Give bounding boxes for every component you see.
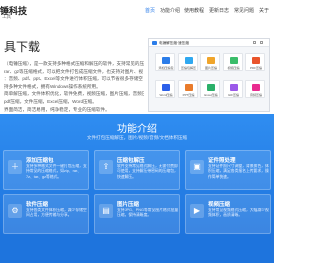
tool-icon bbox=[162, 84, 170, 91]
image-icon: ▤ bbox=[99, 204, 113, 218]
app-tool-tile[interactable]: 图片压缩 bbox=[200, 53, 220, 71]
hero-line: pdf压缩，文件压缩，Excel压缩，Word压缩。 bbox=[4, 98, 97, 104]
tool-label: PPT压缩 bbox=[182, 93, 195, 97]
tool-icon bbox=[252, 57, 260, 64]
tool-icon bbox=[207, 57, 215, 64]
features-subtitle: 文件打包压缩解压，图片/视频/音频/文档体积压缩 bbox=[86, 135, 188, 140]
close-icon bbox=[260, 41, 263, 44]
feature-card-image[interactable]: ▤ 图片压缩 支持JPG、PNG等常见图片格式批量压缩，保持清晰度。 bbox=[94, 194, 180, 234]
feature-card-desc: 支持常见视频格式压缩，大幅减少视频体积，画质清晰。 bbox=[208, 208, 269, 218]
tool-icon bbox=[252, 84, 260, 91]
id-photo-icon: ▣ bbox=[190, 160, 204, 174]
hero-line: 简单解压缩，文件体积优化，软件免费，视频压缩，图片压缩，音频压缩， bbox=[4, 91, 144, 97]
nav-item-tutorial[interactable]: 使用教程 bbox=[184, 7, 204, 14]
site-header: 锤科技 工具 首页 功能介绍 使用教程 更新日志 常见问题 关于 bbox=[0, 0, 274, 22]
app-screenshot-title: 电锤解压缩·速压缩 bbox=[159, 40, 189, 45]
feature-card-desc: 支持各类文件体积压缩，减少存储空间占用，方便传输与分享。 bbox=[26, 208, 87, 218]
app-tool-tile[interactable]: 压缩包解压 bbox=[177, 53, 198, 71]
nav-item-about[interactable]: 关于 bbox=[259, 7, 269, 14]
page-bottom bbox=[0, 236, 274, 263]
app-logo-icon bbox=[152, 41, 157, 45]
minimize-icon bbox=[253, 41, 256, 44]
nav-item-features[interactable]: 功能介绍 bbox=[160, 7, 180, 14]
feature-card-title: 证件照处理 bbox=[208, 158, 236, 164]
tool-label: 压缩包解压 bbox=[180, 66, 196, 70]
feature-card-add-archive[interactable]: ＋ 添加压缩包 支持多种格式文件一键打包压缩，支持常见的压缩格式，如zip、ra… bbox=[3, 150, 89, 190]
tool-icon bbox=[229, 57, 238, 64]
nav-item-home[interactable]: 首页 bbox=[145, 7, 155, 14]
feature-card-desc: 支持JPG、PNG等常见图片格式批量压缩，保持清晰度。 bbox=[117, 208, 179, 218]
tool-label: Excel压缩 bbox=[204, 93, 218, 97]
add-icon: ＋ bbox=[8, 160, 22, 174]
tool-icon bbox=[229, 84, 238, 91]
hero-title: 具下载 bbox=[4, 40, 41, 54]
feature-card-id-photo[interactable]: ▣ 证件照处理 支持证件照尺寸调整，背景换色，体积压缩，满足各类报名上传要求，操… bbox=[185, 150, 271, 190]
tool-icon bbox=[162, 57, 170, 64]
feature-card-title: 图片压缩 bbox=[117, 202, 140, 208]
tool-label: PDF压缩 bbox=[249, 66, 262, 70]
feature-card-video[interactable]: ▶ 视频压缩 支持常见视频格式压缩，大幅减少视频体积，画质清晰。 bbox=[185, 194, 271, 234]
nav-item-changelog[interactable]: 更新日志 bbox=[209, 7, 229, 14]
app-screenshot-titlebar: 电锤解压缩·速压缩 bbox=[149, 39, 269, 47]
nav-item-faq[interactable]: 常见问题 bbox=[234, 7, 254, 14]
tool-label: 音频压缩 bbox=[249, 93, 262, 97]
feature-card-desc: 软件支持常见格式解压，无需付费即可使用，支持解压带密码的压缩包，快速解压。 bbox=[117, 164, 178, 179]
app-tool-tile[interactable]: PDF压缩 bbox=[245, 53, 265, 71]
app-tool-tile[interactable]: Word压缩 bbox=[155, 80, 175, 98]
feature-card-extract[interactable]: ⇪ 压缩包解压 软件支持常见格式解压，无需付费即可使用，支持解压带密码的压缩包，… bbox=[94, 150, 180, 190]
hero-line: ：音频、pdf、ppt、Excel等文件进行体积压缩，可以节省很多存储空 bbox=[4, 76, 143, 82]
tool-label: 视频压缩 bbox=[227, 66, 240, 70]
tool-icon bbox=[207, 84, 215, 91]
hero-line: 持多种文件格式，拥有Windows操作系统所用。 bbox=[4, 83, 101, 89]
extract-icon: ⇪ bbox=[99, 160, 113, 174]
app-tool-tile[interactable]: PPT压缩 bbox=[177, 80, 198, 98]
tool-icon bbox=[184, 84, 193, 91]
app-tool-tile[interactable]: Excel压缩 bbox=[200, 80, 220, 98]
tool-icon bbox=[184, 57, 193, 64]
tool-label: GIF压缩 bbox=[228, 93, 239, 97]
feature-card-title: 视频压缩 bbox=[208, 202, 231, 208]
feature-card-title: 压缩包解压 bbox=[117, 158, 145, 164]
hero-line: rar、gz等压缩格式，可以把文件打包成压缩文件，也支持对图片、视 bbox=[4, 68, 144, 74]
hero-line: （电锤压缩），是一款支持多种格式压缩和解压的软件，支持常见的压缩格式， bbox=[4, 61, 144, 66]
tool-label: 添加压缩包 bbox=[158, 66, 174, 70]
app-tool-tile[interactable]: 添加压缩包 bbox=[155, 53, 175, 71]
site-logo-subtitle: 工具 bbox=[2, 14, 11, 19]
feature-card-title: 软件压缩 bbox=[26, 202, 49, 208]
tool-label: 图片压缩 bbox=[204, 66, 217, 70]
feature-card-title: 添加压缩包 bbox=[26, 158, 54, 164]
app-tool-tile[interactable]: 音频压缩 bbox=[245, 80, 265, 98]
tool-label: Word压缩 bbox=[159, 93, 173, 97]
video-icon: ▶ bbox=[190, 204, 204, 218]
gear-icon: ⚙ bbox=[8, 204, 22, 218]
features-title: 功能介绍 bbox=[117, 124, 157, 135]
app-screenshot: 电锤解压缩·速压缩 添加压缩包 压缩包解压 图片压缩 视频压缩 PDF压缩 Word压缩 P… bbox=[148, 38, 270, 112]
app-tool-tile[interactable]: 视频压缩 bbox=[222, 53, 243, 71]
feature-card-desc: 支持多种格式文件一键打包压缩，支持常见的压缩格式，如zip、rar、7z、tar… bbox=[26, 164, 87, 179]
app-tool-tile[interactable]: GIF压缩 bbox=[222, 80, 243, 98]
hero-line: 界面简洁，简洁易用，纯净稳定，专业的压缩软件。 bbox=[4, 106, 110, 112]
feature-card-desc: 支持证件照尺寸调整，背景换色，体积压缩，满足各类报名上传要求，操作简单快速。 bbox=[208, 164, 269, 179]
hero-description: （电锤压缩），是一款支持多种格式压缩和解压的软件，支持常见的压缩格式， rar、… bbox=[4, 60, 144, 121]
feature-card-software[interactable]: ⚙ 软件压缩 支持各类文件体积压缩，减少存储空间占用，方便传输与分享。 bbox=[3, 194, 89, 234]
